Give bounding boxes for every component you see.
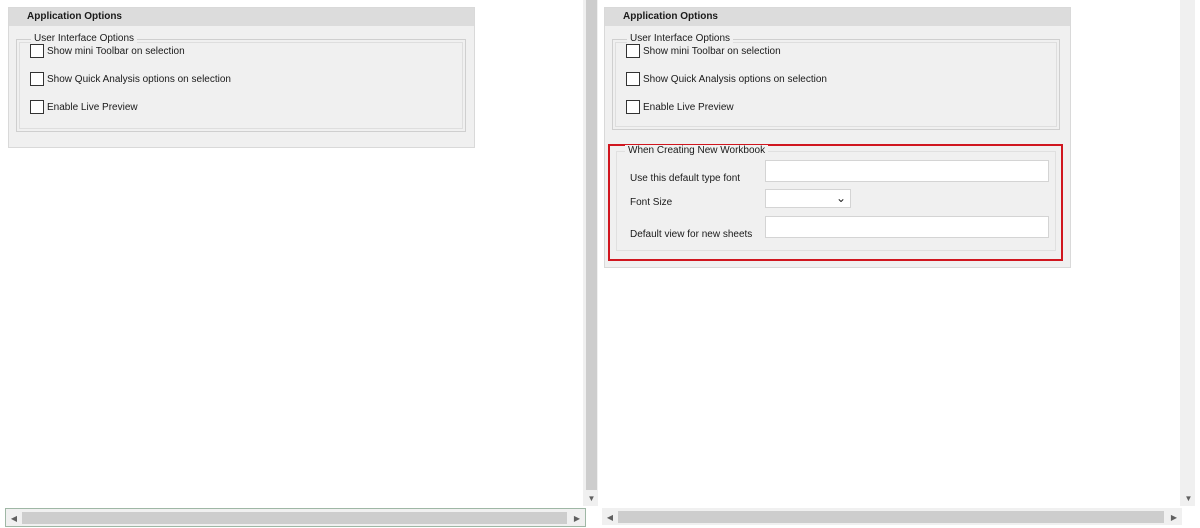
checkbox-quick-analysis[interactable]: Show Quick Analysis options on selection [626,72,827,86]
chevron-left-icon[interactable]: ◀ [8,512,20,524]
horizontal-scrollbar[interactable]: ◀ ▶ [5,508,586,527]
checkbox[interactable] [626,44,640,58]
checkbox-label: Show Quick Analysis options on selection [643,73,827,85]
checkbox[interactable] [30,44,44,58]
group-title: When Creating New Workbook [625,145,769,157]
panel-header: Application Options [605,8,1070,26]
checkbox-label: Show Quick Analysis options on selection [47,73,231,85]
checkbox[interactable] [30,100,44,114]
new-workbook-group: When Creating New Workbook Use this defa… [616,145,1056,251]
vertical-scrollbar[interactable]: ▼ [583,0,598,506]
scroll-track[interactable] [1183,0,1194,490]
chevron-right-icon[interactable]: ▶ [1168,511,1180,523]
right-pane: Application Options User Interface Optio… [600,0,1200,528]
checkbox[interactable] [626,72,640,86]
checkbox-label: Show mini Toolbar on selection [47,45,185,57]
font-size-select[interactable]: ⌄ [765,189,851,208]
panel-header: Application Options [9,8,474,26]
checkbox-quick-analysis[interactable]: Show Quick Analysis options on selection [30,72,231,86]
default-view-input[interactable] [765,216,1049,238]
application-options-panel: Application Options User Interface Optio… [8,7,475,148]
checkbox-mini-toolbar[interactable]: Show mini Toolbar on selection [30,44,185,58]
checkbox-live-preview[interactable]: Enable Live Preview [626,100,734,114]
scroll-thumb[interactable] [618,511,1164,523]
horizontal-scrollbar[interactable]: ◀ ▶ [602,508,1182,525]
chevron-down-icon[interactable]: ▼ [586,492,597,504]
scroll-track[interactable] [586,0,597,490]
default-view-label: Default view for new sheets [630,229,753,240]
checkbox[interactable] [626,100,640,114]
default-font-input[interactable] [765,160,1049,182]
checkbox-label: Show mini Toolbar on selection [643,45,781,57]
chevron-right-icon[interactable]: ▶ [571,512,583,524]
application-options-panel: Application Options User Interface Optio… [604,7,1071,268]
chevron-left-icon[interactable]: ◀ [604,511,616,523]
checkbox-label: Enable Live Preview [643,101,734,113]
checkbox-mini-toolbar[interactable]: Show mini Toolbar on selection [626,44,781,58]
default-font-label: Use this default type font [630,173,741,184]
checkbox-live-preview[interactable]: Enable Live Preview [30,100,138,114]
checkbox[interactable] [30,72,44,86]
scroll-thumb[interactable] [22,512,567,524]
vertical-scrollbar[interactable]: ▼ [1180,0,1195,506]
left-pane: Application Options User Interface Optio… [0,0,600,528]
checkbox-label: Enable Live Preview [47,101,138,113]
chevron-down-icon[interactable]: ⌄ [836,191,846,205]
font-size-label: Font Size [630,197,673,208]
chevron-down-icon[interactable]: ▼ [1183,492,1194,504]
